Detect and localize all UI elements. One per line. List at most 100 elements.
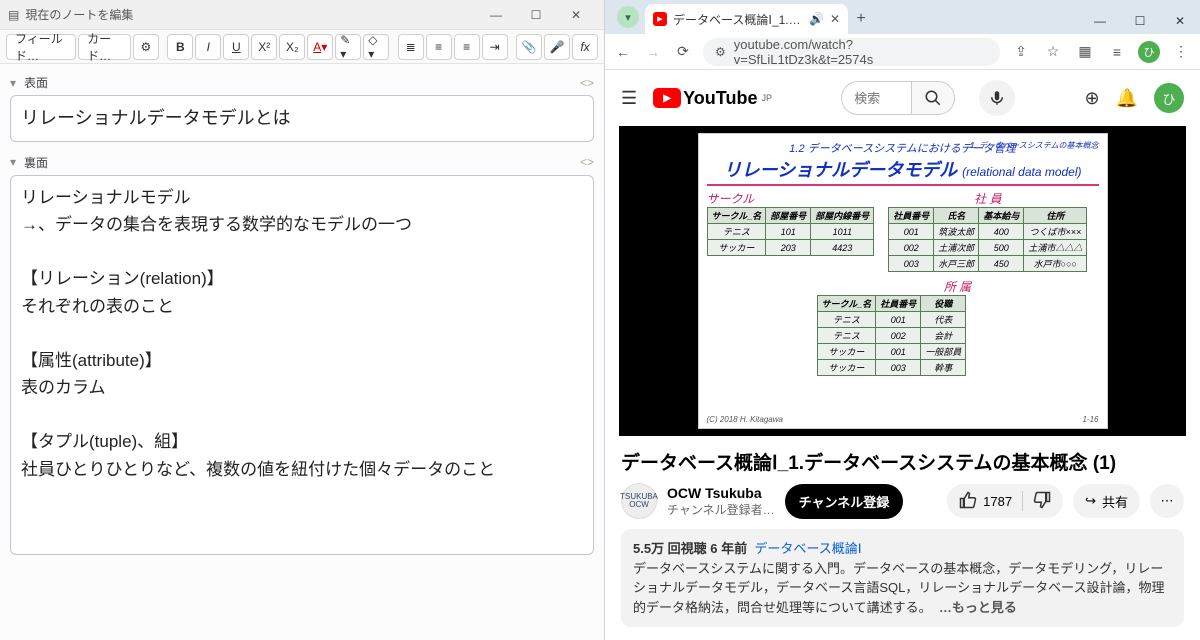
tab-close-button[interactable]: ✕ <box>830 12 840 26</box>
description-box[interactable]: 5.5万 回視聴 6 年前 データベース概論Ⅰ データベースシステムに関する入門… <box>621 529 1184 627</box>
search-input[interactable] <box>841 81 911 115</box>
chrome-profile-avatar[interactable]: ひ <box>1138 41 1160 63</box>
chrome-window: ▾ ▶ データベース概論Ⅰ_1.データベー 🔊 ✕ + — ☐ ✕ ← → ⟳ … <box>605 0 1200 640</box>
like-count: 1787 <box>983 494 1012 509</box>
cards-button[interactable]: カード… <box>78 34 131 60</box>
youtube-favicon: ▶ <box>653 12 667 26</box>
notifications-button[interactable]: 🔔 <box>1116 88 1138 109</box>
show-more-button[interactable]: …もっと見る <box>939 600 1017 615</box>
browser-tab[interactable]: ▶ データベース概論Ⅰ_1.データベー 🔊 ✕ <box>645 4 848 34</box>
video-player[interactable]: 1. データベースシステムの基本概念 1.2 データベースシステムにおけるデータ… <box>619 126 1186 436</box>
share-label: 共有 <box>1102 492 1128 511</box>
back-field[interactable]: リレーショナルモデル→、データの集合を表現する数学的なモデルの一つ【リレーション… <box>10 175 594 555</box>
italic-button[interactable]: I <box>195 34 221 60</box>
emp-table-label: 社 員 <box>888 190 1087 207</box>
subscriber-label: チャンネル登録者… <box>667 501 775 518</box>
thumbs-up-icon <box>959 491 977 509</box>
align-button[interactable]: ≡ <box>454 34 480 60</box>
slide-title: リレーショナルデータモデル (relational data model) <box>707 156 1099 182</box>
youtube-logo-text: YouTube <box>683 88 757 109</box>
underline-button[interactable]: U <box>223 34 249 60</box>
text-color-button[interactable]: A ▾ <box>307 34 333 60</box>
chrome-close-button[interactable]: ✕ <box>1160 14 1200 28</box>
voice-search-button[interactable] <box>979 80 1015 116</box>
tab-audio-icon[interactable]: 🔊 <box>809 12 824 26</box>
description-hashtag[interactable]: データベース概論Ⅰ <box>754 541 861 556</box>
close-button[interactable]: ✕ <box>556 8 596 22</box>
youtube-region: JP <box>761 93 772 103</box>
fields-button[interactable]: フィールド… <box>6 34 76 60</box>
search-button[interactable] <box>911 81 955 115</box>
html-toggle-icon[interactable]: <> <box>580 155 594 169</box>
channel-avatar[interactable]: TSUKUBAOCW <box>621 483 657 519</box>
indent-button[interactable]: ⇥ <box>482 34 508 60</box>
reading-list-icon[interactable]: ≡ <box>1106 44 1128 60</box>
attach-button[interactable]: 📎 <box>516 34 542 60</box>
channel-info[interactable]: OCW Tsukuba チャンネル登録者… <box>667 485 775 518</box>
anki-window-icon: ▤ <box>8 8 19 22</box>
like-button[interactable] <box>959 491 977 512</box>
channel-name: OCW Tsukuba <box>667 485 775 501</box>
affil-table-label: 所 属 <box>817 278 1099 295</box>
address-bar[interactable]: ⚙ youtube.com/watch?v=SfLiL1tDz3k&t=2574… <box>703 38 1000 66</box>
ul-button[interactable]: ≣ <box>398 34 424 60</box>
share-button[interactable]: ↪ 共有 <box>1073 484 1140 518</box>
circle-table-label: サークル <box>707 190 875 207</box>
youtube-logo[interactable]: ▶ YouTube JP <box>653 88 772 109</box>
employee-table: 社員番号氏名基本給与住所001筑波太郎400つくば市×××002土浦次郎500土… <box>888 207 1087 272</box>
chrome-tabstrip: ▾ ▶ データベース概論Ⅰ_1.データベー 🔊 ✕ + — ☐ ✕ <box>605 0 1200 34</box>
reload-button[interactable]: ⟳ <box>673 43 693 60</box>
back-button[interactable]: ← <box>613 44 633 60</box>
slide-copyright: (C) 2018 H. Kitagawa <box>707 415 783 424</box>
chrome-toolbar: ← → ⟳ ⚙ youtube.com/watch?v=SfLiL1tDz3k&… <box>605 34 1200 70</box>
anki-window-title: 現在のノートを編集 <box>25 6 133 23</box>
chrome-minimize-button[interactable]: — <box>1080 14 1120 28</box>
new-tab-button[interactable]: + <box>848 10 874 28</box>
youtube-play-icon: ▶ <box>653 88 681 108</box>
html-toggle-icon[interactable]: <> <box>580 76 594 90</box>
youtube-search <box>841 81 955 115</box>
options-button[interactable]: ⚙ <box>133 34 159 60</box>
circle-table: サークル_名部屋番号部屋内線番号テニス1011011サッカー2034423 <box>707 207 875 256</box>
front-field-header[interactable]: ▾ 表面 <> <box>10 70 594 95</box>
ol-button[interactable]: ≡ <box>426 34 452 60</box>
description-body: データベースシステムに関する入門。データベースの基本概念，データモデリング，リレ… <box>633 561 1164 615</box>
superscript-button[interactable]: X² <box>251 34 277 60</box>
video-frame-slide: 1. データベースシステムの基本概念 1.2 データベースシステムにおけるデータ… <box>698 133 1108 429</box>
bold-button[interactable]: B <box>167 34 193 60</box>
chevron-down-icon: ▾ <box>10 155 24 169</box>
subscribe-button[interactable]: チャンネル登録 <box>785 484 904 519</box>
front-label: 表面 <box>24 74 48 91</box>
forward-button[interactable]: → <box>643 44 663 60</box>
bookmark-icon[interactable]: ☆ <box>1042 43 1064 60</box>
dislike-button[interactable] <box>1033 491 1051 512</box>
minimize-button[interactable]: — <box>476 8 516 22</box>
maximize-button[interactable]: ☐ <box>516 8 556 22</box>
share-icon[interactable]: ⇪ <box>1010 43 1032 60</box>
more-actions-button[interactable]: ⋯ <box>1150 484 1184 518</box>
video-title: データベース概論Ⅰ_1.データベースシステムの基本概念 (1) <box>605 436 1200 483</box>
slide-chapter: 1. データベースシステムの基本概念 <box>970 140 1098 151</box>
equation-button[interactable]: fx <box>572 34 598 60</box>
front-field[interactable]: リレーショナルデータモデルとは <box>10 95 594 142</box>
site-info-icon[interactable]: ⚙ <box>715 45 726 59</box>
view-stats: 5.5万 回視聴 6 年前 <box>633 541 747 556</box>
extension-icon[interactable]: ▦ <box>1074 43 1096 60</box>
create-button[interactable]: ⊕ <box>1084 88 1099 109</box>
subscript-button[interactable]: X₂ <box>279 34 305 60</box>
anki-titlebar: ▤ 現在のノートを編集 — ☐ ✕ <box>0 0 604 30</box>
highlight-button[interactable]: ✎ ▾ <box>335 34 361 60</box>
chrome-menu-button[interactable]: ⋮ <box>1170 43 1192 60</box>
youtube-avatar[interactable]: ひ <box>1154 83 1184 113</box>
url-text: youtube.com/watch?v=SfLiL1tDz3k&t=2574s <box>734 37 988 67</box>
affiliation-table: サークル_名社員番号役職テニス001代表テニス002会計サッカー001一般部員サ… <box>817 295 967 376</box>
chrome-maximize-button[interactable]: ☐ <box>1120 14 1160 28</box>
share-icon: ↪ <box>1085 493 1096 509</box>
back-label: 裏面 <box>24 154 48 171</box>
back-field-header[interactable]: ▾ 裏面 <> <box>10 150 594 175</box>
record-button[interactable]: 🎤 <box>544 34 570 60</box>
eraser-button[interactable]: ◇ ▾ <box>363 34 389 60</box>
tab-search-button[interactable]: ▾ <box>617 6 639 28</box>
hamburger-icon[interactable]: ☰ <box>621 88 637 109</box>
chevron-down-icon: ▾ <box>10 76 24 90</box>
